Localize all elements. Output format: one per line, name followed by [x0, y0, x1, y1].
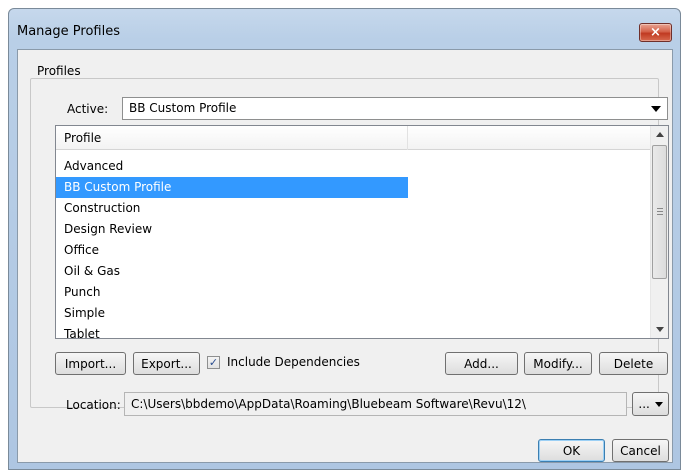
browse-label: ...	[638, 397, 650, 411]
close-button[interactable]: ×	[639, 23, 672, 42]
list-item[interactable]: Construction	[56, 198, 408, 219]
active-label: Active:	[67, 102, 109, 116]
list-item[interactable]: Oil & Gas	[56, 261, 408, 282]
chevron-down-icon	[655, 327, 664, 332]
include-dependencies-checkbox[interactable]: ✓	[207, 356, 220, 369]
grip-icon	[657, 208, 663, 215]
profiles-group-label: Profiles	[34, 64, 84, 78]
list-item[interactable]: Simple	[56, 303, 408, 324]
list-item[interactable]: Office	[56, 240, 408, 261]
add-button[interactable]: Add...	[445, 352, 518, 375]
vertical-scrollbar[interactable]	[650, 126, 668, 338]
import-button[interactable]: Import...	[55, 352, 126, 375]
include-dependencies-label[interactable]: Include Dependencies	[227, 355, 360, 369]
scroll-down-button[interactable]	[651, 321, 668, 338]
chevron-up-icon	[655, 132, 664, 137]
manage-profiles-window: Manage Profiles × Profiles Active: BB Cu…	[8, 8, 681, 470]
browse-button[interactable]: ...	[632, 392, 669, 416]
active-profile-value: BB Custom Profile	[129, 101, 237, 115]
active-profile-dropdown[interactable]: BB Custom Profile	[122, 97, 668, 120]
delete-button[interactable]: Delete	[599, 352, 668, 375]
list-item[interactable]: BB Custom Profile	[56, 177, 408, 198]
chevron-down-icon	[654, 401, 663, 407]
export-button[interactable]: Export...	[133, 352, 200, 375]
dialog-body: Profiles Active: BB Custom Profile Profi…	[17, 49, 673, 463]
list-items: Advanced BB Custom Profile Construction Des…	[56, 156, 651, 338]
location-field[interactable]: C:\Users\bbdemo\AppData\Roaming\Bluebeam…	[124, 392, 627, 416]
column-header-profile[interactable]: Profile	[56, 126, 408, 150]
chevron-down-icon	[651, 106, 661, 112]
modify-button[interactable]: Modify...	[524, 352, 592, 375]
title-bar[interactable]: Manage Profiles ×	[9, 9, 680, 49]
scroll-up-button[interactable]	[651, 126, 668, 143]
scroll-thumb[interactable]	[652, 145, 667, 279]
list-item[interactable]: Punch	[56, 282, 408, 303]
list-header: Profile	[56, 126, 651, 150]
ok-button[interactable]: OK	[538, 439, 605, 462]
list-item[interactable]: Advanced	[56, 156, 408, 177]
close-icon: ×	[650, 25, 661, 40]
list-item[interactable]: Tablet	[56, 324, 408, 338]
list-item[interactable]: Design Review	[56, 219, 408, 240]
profiles-list[interactable]: Profile Advanced BB Custom Profile Constru…	[55, 125, 669, 339]
cancel-button[interactable]: Cancel	[612, 439, 669, 462]
check-icon: ✓	[208, 356, 219, 369]
location-label: Location:	[66, 398, 121, 412]
window-title: Manage Profiles	[17, 24, 120, 39]
